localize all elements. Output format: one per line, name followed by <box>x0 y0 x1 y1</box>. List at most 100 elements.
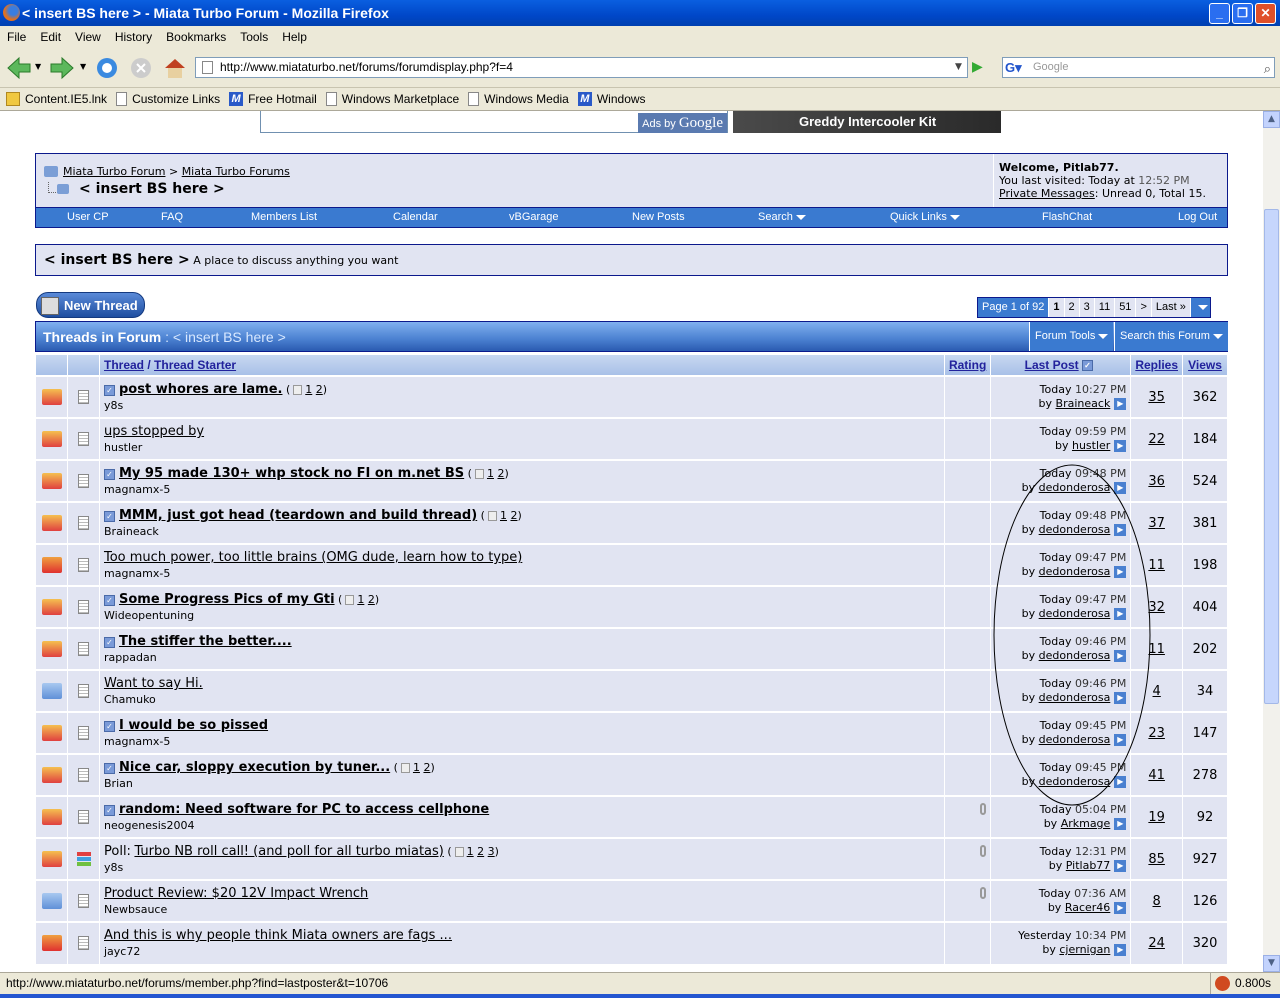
last-poster-link[interactable]: Arkmage <box>1061 817 1111 830</box>
go-to-last-post-icon[interactable]: ▶ <box>1114 566 1127 578</box>
thread-page-link[interactable]: 2 <box>510 509 517 522</box>
nav-new-posts[interactable]: New Posts <box>632 211 685 223</box>
thread-title-link[interactable]: MMM, just got head (teardown and build t… <box>119 508 477 523</box>
thread-starter[interactable]: Braineack <box>104 525 940 538</box>
replies-link[interactable]: 24 <box>1148 936 1165 951</box>
nav-flashchat[interactable]: FlashChat <box>1042 211 1092 223</box>
breadcrumb-home[interactable]: Miata Turbo Forum <box>63 165 165 178</box>
thread-page-link[interactable]: 2 <box>497 467 504 480</box>
close-button[interactable]: ✕ <box>1255 3 1276 24</box>
thread-page-link[interactable]: 1 <box>357 593 364 606</box>
nav-faq[interactable]: FAQ <box>161 211 183 223</box>
nav-quick-links[interactable]: Quick Links <box>890 211 960 223</box>
last-poster-link[interactable]: Pitlab77 <box>1066 859 1111 872</box>
page-link[interactable]: 3 <box>1078 298 1094 317</box>
bookmark-item[interactable]: Windows Marketplace <box>325 92 459 106</box>
thread-title-link[interactable]: Turbo NB roll call! (and poll for all tu… <box>134 844 443 859</box>
thread-title-link[interactable]: random: Need software for PC to access c… <box>119 802 489 817</box>
minimize-button[interactable]: _ <box>1209 3 1230 24</box>
thread-starter[interactable]: y8s <box>104 861 940 874</box>
thread-page-link[interactable]: 1 <box>467 845 474 858</box>
thread-page-link[interactable]: 3 <box>488 845 495 858</box>
thread-starter[interactable]: jayc72 <box>104 945 940 958</box>
page-link[interactable]: 1 <box>1048 298 1063 317</box>
thread-title-link[interactable]: I would be so pissed <box>119 718 268 733</box>
ad-banner[interactable]: Greddy Intercooler Kit <box>733 111 1001 133</box>
thread-title-link[interactable]: And this is why people think Miata owner… <box>104 928 452 943</box>
sort-thread[interactable]: Thread <box>104 358 144 372</box>
last-poster-link[interactable]: dedonderosa <box>1039 691 1111 704</box>
nav-calendar[interactable]: Calendar <box>393 211 438 223</box>
thread-starter[interactable]: rappadan <box>104 651 940 664</box>
replies-link[interactable]: 32 <box>1148 600 1165 615</box>
thread-starter[interactable]: Chamuko <box>104 693 940 706</box>
thread-title-link[interactable]: post whores are lame. <box>119 382 282 397</box>
menu-history[interactable]: History <box>115 30 152 44</box>
page-jump-dropdown[interactable] <box>1189 298 1210 317</box>
replies-link[interactable]: 4 <box>1153 684 1161 699</box>
thread-starter[interactable]: Wideopentuning <box>104 609 940 622</box>
sort-desc-icon[interactable]: ✓ <box>1081 360 1093 372</box>
google-ad[interactable]: Ads by Google <box>260 111 728 133</box>
go-to-last-post-icon[interactable]: ▶ <box>1114 818 1127 830</box>
bookmark-item[interactable]: Content.IE5.lnk <box>6 92 107 106</box>
thread-starter[interactable]: hustler <box>104 441 940 454</box>
last-poster-link[interactable]: dedonderosa <box>1039 481 1111 494</box>
go-to-last-post-icon[interactable]: ▶ <box>1114 860 1127 872</box>
thread-starter[interactable]: y8s <box>104 399 940 412</box>
thread-starter[interactable]: magnamx-5 <box>104 567 940 580</box>
reload-icon[interactable] <box>94 56 120 80</box>
replies-link[interactable]: 11 <box>1148 558 1165 573</box>
menu-bookmarks[interactable]: Bookmarks <box>166 30 226 44</box>
thread-starter[interactable]: magnamx-5 <box>104 735 940 748</box>
scroll-up-icon[interactable]: ▲ <box>1263 111 1280 128</box>
go-to-last-post-icon[interactable]: ▶ <box>1114 776 1127 788</box>
sort-thread-starter[interactable]: Thread Starter <box>154 358 236 372</box>
ads-by-google[interactable]: Ads by Google <box>638 113 727 133</box>
go-to-last-post-icon[interactable]: ▶ <box>1114 482 1127 494</box>
nav-search[interactable]: Search <box>758 211 806 223</box>
back-icon[interactable] <box>6 56 32 80</box>
go-to-last-post-icon[interactable]: ▶ <box>1114 734 1127 746</box>
go-to-last-post-icon[interactable]: ▶ <box>1114 440 1127 452</box>
replies-link[interactable]: 35 <box>1148 390 1165 405</box>
private-messages-link[interactable]: Private Messages <box>999 187 1095 200</box>
thread-page-link[interactable]: 1 <box>413 761 420 774</box>
go-to-last-post-icon[interactable]: ▶ <box>1114 608 1127 620</box>
thread-page-link[interactable]: 2 <box>423 761 430 774</box>
scroll-down-icon[interactable]: ▼ <box>1263 955 1280 972</box>
menu-tools[interactable]: Tools <box>240 30 268 44</box>
menu-edit[interactable]: Edit <box>40 30 61 44</box>
go-to-last-post-icon[interactable]: ▶ <box>1114 902 1127 914</box>
search-icon[interactable]: ⌕ <box>1264 59 1271 78</box>
replies-link[interactable]: 36 <box>1148 474 1165 489</box>
replies-link[interactable]: 22 <box>1148 432 1165 447</box>
thread-title-link[interactable]: Want to say Hi. <box>104 676 203 691</box>
replies-link[interactable]: 23 <box>1148 726 1165 741</box>
replies-link[interactable]: 8 <box>1153 894 1161 909</box>
page-link[interactable]: 51 <box>1114 298 1135 317</box>
go-to-last-post-icon[interactable]: ▶ <box>1114 944 1127 957</box>
bookmark-item[interactable]: Windows Media <box>468 92 569 106</box>
last-poster-link[interactable]: cjernigan <box>1059 943 1110 956</box>
replies-link[interactable]: 37 <box>1148 516 1165 531</box>
go-to-last-post-icon[interactable]: ▶ <box>1114 692 1127 704</box>
scrollbar-thumb[interactable] <box>1264 209 1279 704</box>
vertical-scrollbar[interactable]: ▲ ▼ <box>1263 111 1280 972</box>
google-icon[interactable]: G▾ <box>1005 59 1029 76</box>
thread-title-link[interactable]: Too much power, too little brains (OMG d… <box>104 550 522 565</box>
nav-members-list[interactable]: Members List <box>251 211 317 223</box>
forum-tools-button[interactable]: Forum Tools <box>1029 322 1114 351</box>
breadcrumb-forums[interactable]: Miata Turbo Forums <box>182 165 290 178</box>
last-poster-link[interactable]: dedonderosa <box>1039 607 1111 620</box>
last-poster-link[interactable]: dedonderosa <box>1039 775 1111 788</box>
thread-page-link[interactable]: 2 <box>368 593 375 606</box>
thread-title-link[interactable]: Nice car, sloppy execution by tuner... <box>119 760 390 775</box>
page-link[interactable]: 11 <box>1093 298 1114 317</box>
thread-starter[interactable]: Newbsauce <box>104 903 940 916</box>
last-poster-link[interactable]: dedonderosa <box>1039 565 1111 578</box>
last-poster-link[interactable]: Braineack <box>1056 397 1111 410</box>
last-poster-link[interactable]: dedonderosa <box>1039 649 1111 662</box>
thread-page-link[interactable]: 1 <box>500 509 507 522</box>
replies-link[interactable]: 85 <box>1148 852 1165 867</box>
